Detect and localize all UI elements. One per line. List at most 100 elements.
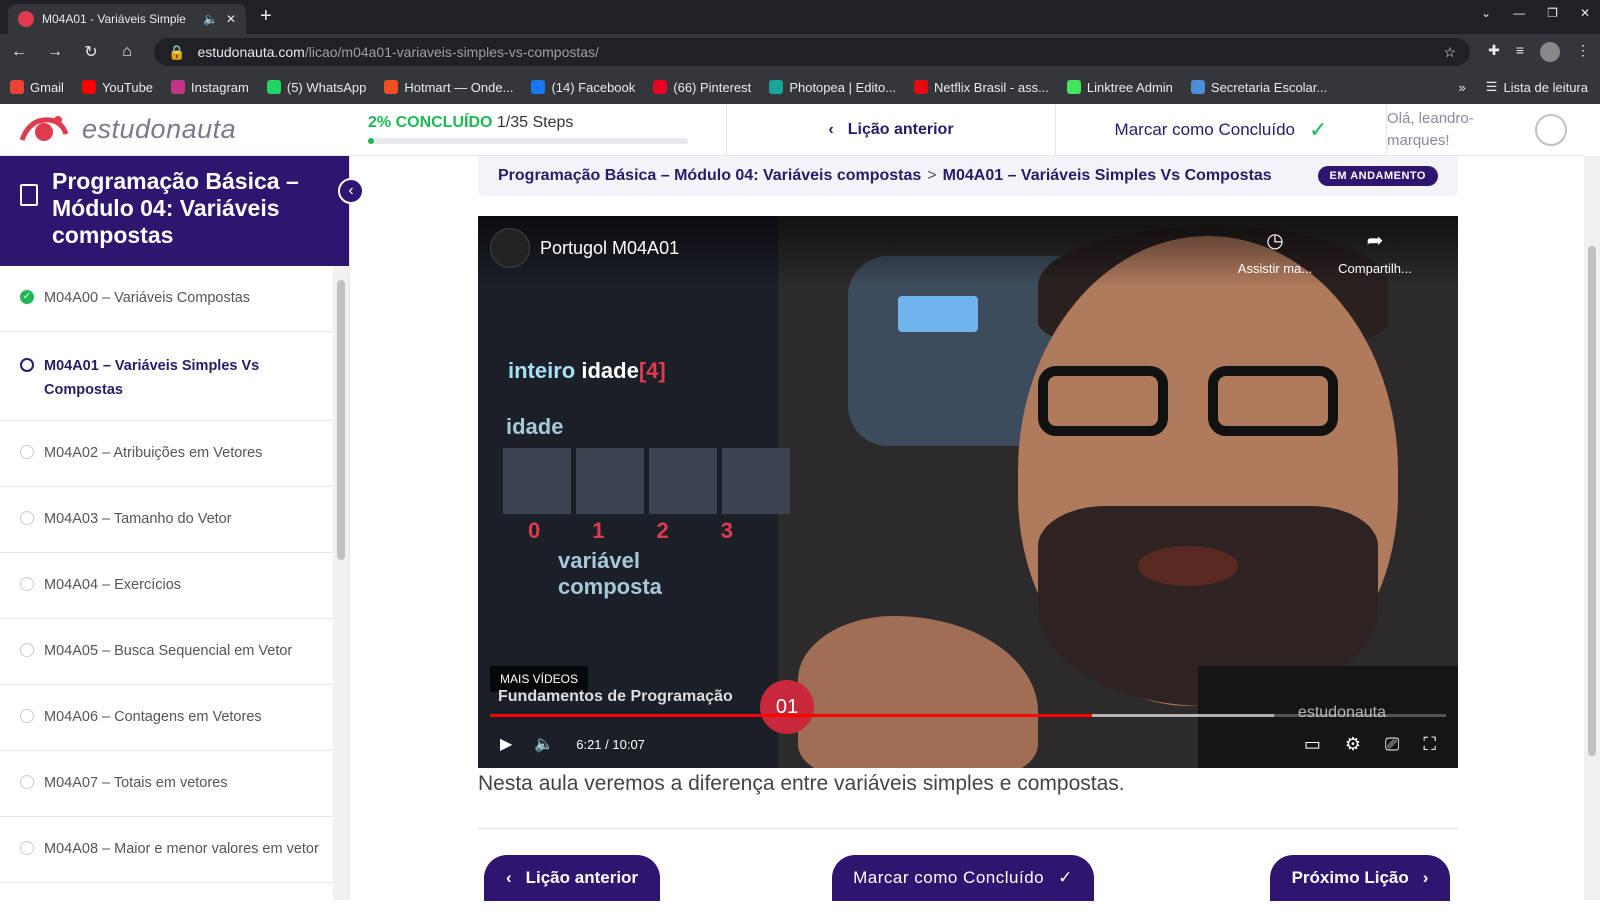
subtitles-icon[interactable]: ▭ <box>1304 734 1321 755</box>
breadcrumb-lesson-link[interactable]: M04A01 – Variáveis Simples Vs Compostas <box>943 167 1272 185</box>
bookmark-favicon-icon <box>10 80 24 94</box>
bookmarks-overflow-icon[interactable]: » <box>1459 80 1466 95</box>
home-icon[interactable]: ⌂ <box>118 43 136 61</box>
sidebar-lesson-label: M04A02 – Atribuições em Vetores <box>44 445 263 461</box>
extensions-icon[interactable]: ✚ <box>1488 42 1500 62</box>
address-bar[interactable]: 🔒 estudonauta.com/licao/m04a01-variaveis… <box>154 38 1471 66</box>
bookmark-favicon-icon <box>1190 80 1205 94</box>
video-player[interactable]: inteiro idade[4] idade 0 1 2 3 variável comp… <box>478 216 1458 768</box>
sidebar-lesson-item[interactable]: M04A06 – Contagens em Vetores <box>0 685 334 751</box>
reading-list-label: Lista de leitura <box>1503 79 1588 95</box>
previous-lesson-button[interactable]: ‹ Lição anterior <box>484 855 660 901</box>
bookmark-item[interactable]: Gmail <box>10 80 64 95</box>
sidebar-lesson-label: M04A07 – Totais em vetores <box>44 775 228 791</box>
clock-icon: ◷ <box>1266 230 1284 252</box>
bookmark-item[interactable]: YouTube <box>81 79 154 95</box>
user-avatar-icon[interactable] <box>1535 114 1567 146</box>
page-scrollbar-thumb[interactable] <box>1588 246 1596 756</box>
video-progress-bar[interactable] <box>490 714 1446 717</box>
site-logo[interactable]: estudonauta <box>18 112 236 146</box>
tab-search-icon[interactable]: ⌄ <box>1481 6 1491 20</box>
url-host: estudonauta.com <box>197 44 305 60</box>
close-window-button[interactable]: ✕ <box>1580 6 1590 20</box>
breadcrumb-separator: > <box>927 167 937 184</box>
bookmark-item[interactable]: (66) Pinterest <box>653 80 751 95</box>
reading-list-button[interactable]: ☰ Lista de leitura <box>1486 79 1588 95</box>
video-array-index: 2 <box>656 518 669 543</box>
forward-icon[interactable]: → <box>46 43 64 61</box>
sidebar-scrollbar-thumb[interactable] <box>337 280 345 560</box>
restore-button[interactable]: ❐ <box>1547 6 1558 20</box>
settings-gear-icon[interactable]: ⚙ <box>1345 734 1361 755</box>
menu-icon[interactable]: ⋮ <box>1576 42 1590 62</box>
watch-later-button[interactable]: ◷ Assistir ma... <box>1230 228 1320 276</box>
bookmark-label: Gmail <box>30 79 64 95</box>
sidebar-lesson-item[interactable]: M04A08 – Maior e menor valores em vetor <box>0 817 334 883</box>
bookmark-item[interactable]: (14) Facebook <box>531 80 635 95</box>
sidebar-lesson-item[interactable]: M04A01 – Variáveis Simples Vs Compostas <box>0 332 334 421</box>
site-favicon-icon <box>18 11 34 27</box>
video-title[interactable]: Portugol M04A01 <box>540 238 679 259</box>
header-previous-lesson-button[interactable]: ‹ Lição anterior <box>726 104 1056 156</box>
bookmark-item[interactable]: (5) WhatsApp <box>266 80 366 95</box>
minimize-button[interactable]: — <box>1513 6 1525 20</box>
fullscreen-icon[interactable]: ⛶ <box>1423 734 1436 755</box>
user-greeting: Olá, leandro-marques! <box>1387 110 1474 149</box>
play-icon[interactable]: ▶ <box>500 734 512 754</box>
next-lesson-button[interactable]: Próximo Lição › <box>1270 855 1450 901</box>
bookmark-item[interactable]: Instagram <box>171 80 249 95</box>
sidebar-lesson-label: M04A08 – Maior e menor valores em vetor <box>44 841 319 857</box>
window-controls: ⌄ — ❐ ✕ <box>1481 6 1590 20</box>
sidebar-course-title[interactable]: Programação Básica – Módulo 04: Variávei… <box>52 168 329 254</box>
video-time: 6:21 / 10:07 <box>576 736 645 752</box>
bookmark-item[interactable]: Photopea | Edito... <box>769 80 896 95</box>
completed-check-icon: ✓ <box>20 290 34 304</box>
lesson-status-circle-icon <box>20 358 34 372</box>
sidebar-lesson-item[interactable]: M04A04 – Exercícios <box>0 553 334 619</box>
sidebar-collapse-button[interactable]: ‹ <box>338 178 364 204</box>
video-code-line: inteiro idade[4] <box>508 358 666 383</box>
reload-icon[interactable]: ↻ <box>82 42 100 62</box>
bookmark-favicon-icon <box>384 80 399 94</box>
sidebar-lesson-item[interactable]: ✓ M04A00 – Variáveis Compostas <box>0 266 334 332</box>
new-tab-button[interactable]: + <box>260 5 272 28</box>
progress-steps: 1/35 Steps <box>496 114 574 131</box>
header-mark-complete-button[interactable]: Marcar como Concluído ✓ <box>1056 104 1386 156</box>
mark-complete-button[interactable]: Marcar como Concluído ✓ <box>832 855 1094 901</box>
chevron-left-icon: ‹ <box>348 182 354 199</box>
sidebar-lesson-item[interactable]: M04A02 – Atribuições em Vetores <box>0 421 334 487</box>
user-menu[interactable]: Olá, leandro-marques! <box>1386 104 1584 156</box>
lock-icon[interactable]: 🔒 <box>168 44 185 61</box>
volume-icon[interactable]: 🔈 <box>534 734 554 754</box>
audio-playing-icon[interactable]: 🔈 <box>203 12 218 26</box>
bookmark-item[interactable]: Secretaria Escolar... <box>1190 80 1327 95</box>
breadcrumb-course-link[interactable]: Programação Básica – Módulo 04: Variávei… <box>498 167 921 185</box>
bookmark-label: YouTube <box>101 79 154 95</box>
chevron-left-icon: ‹ <box>828 121 834 138</box>
close-tab-icon[interactable]: ✕ <box>226 12 236 26</box>
video-played-bar <box>490 714 1093 717</box>
video-array-cells <box>503 448 790 514</box>
bookmark-label: Photopea | Edito... <box>789 79 897 95</box>
bookmark-item[interactable]: Hotmart — Onde... <box>384 80 513 95</box>
media-control-icon[interactable]: ≡ <box>1516 42 1524 62</box>
sidebar-lesson-item[interactable]: M04A07 – Totais em vetores <box>0 751 334 817</box>
lesson-status-circle-icon <box>20 841 34 855</box>
bookmark-star-icon[interactable]: ☆ <box>1444 44 1457 61</box>
sidebar-lesson-item[interactable]: M04A03 – Tamanho do Vetor <box>0 487 334 553</box>
profile-avatar[interactable] <box>1540 42 1560 62</box>
bookmark-favicon-icon <box>531 80 546 94</box>
channel-avatar-icon[interactable] <box>490 228 530 268</box>
browser-tab[interactable]: M04A01 - Variáveis Simple 🔈 ✕ <box>8 4 246 34</box>
presenter-glasses <box>1038 366 1338 436</box>
back-icon[interactable]: ← <box>10 43 28 61</box>
video-array-index: 0 <box>528 518 541 543</box>
breadcrumb: Programação Básica – Módulo 04: Variávei… <box>478 156 1458 196</box>
sidebar-lesson-item[interactable]: M04A05 – Busca Sequencial em Vetor <box>0 619 334 685</box>
bookmark-item[interactable]: Linktree Admin <box>1066 80 1173 95</box>
share-button[interactable]: ➦ Compartilh... <box>1330 228 1420 276</box>
sidebar-scrollbar[interactable] <box>333 266 349 900</box>
page-scrollbar[interactable] <box>1584 156 1600 900</box>
cast-icon[interactable]: ⎚ <box>1385 734 1399 755</box>
bookmark-item[interactable]: Netflix Brasil - ass... <box>914 80 1049 95</box>
